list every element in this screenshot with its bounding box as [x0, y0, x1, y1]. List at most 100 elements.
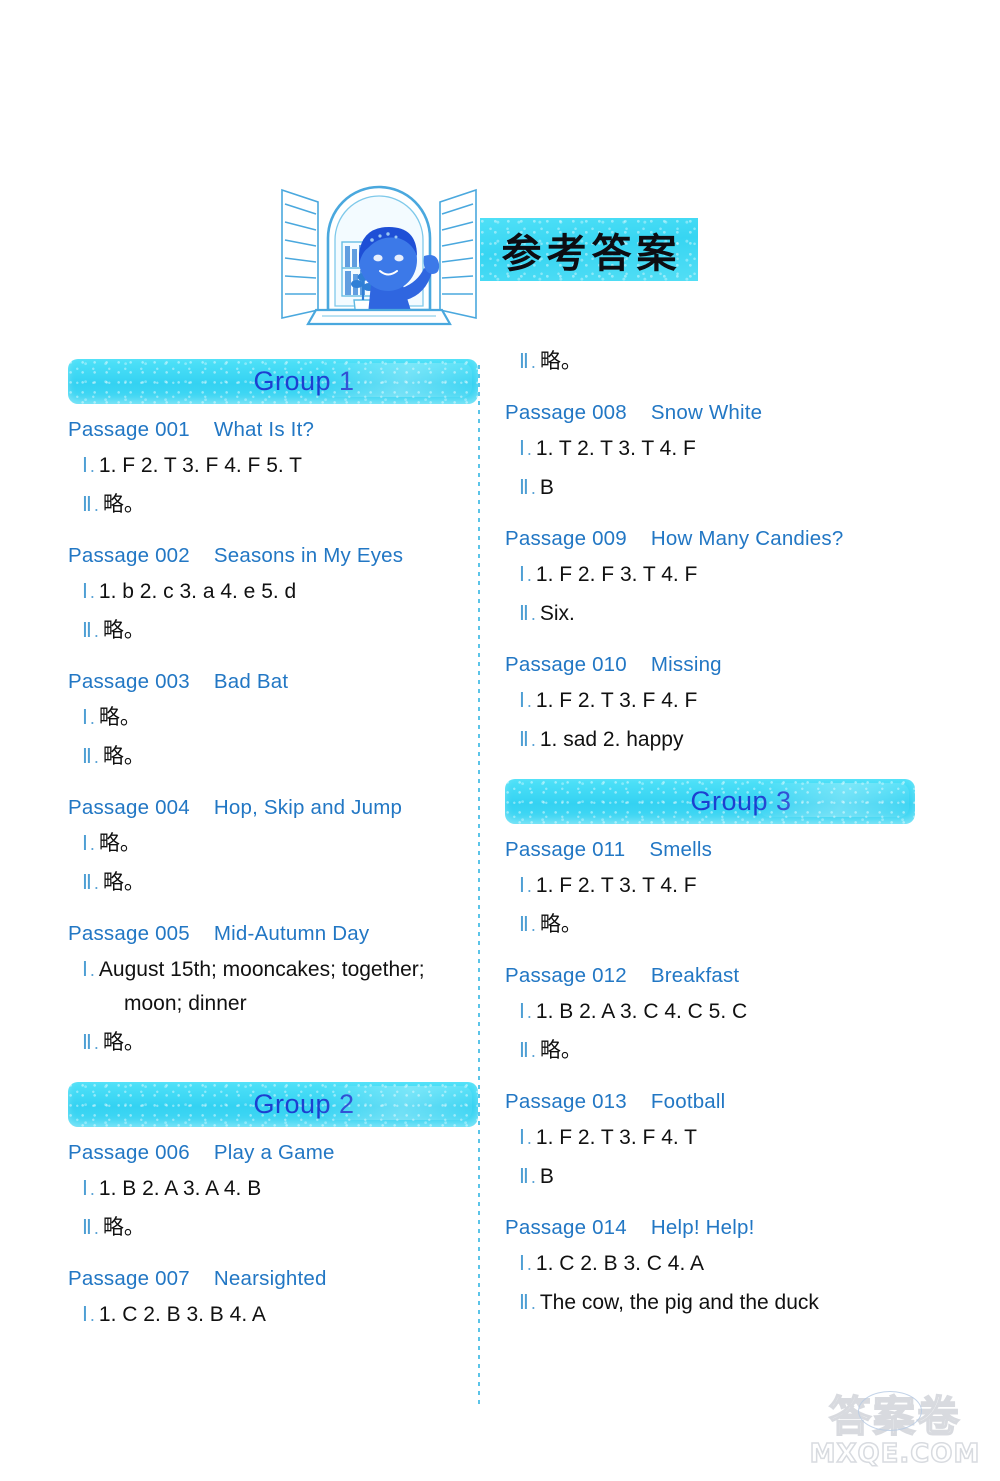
answer-text: 略。 — [98, 832, 141, 856]
answer-line: Ⅱ. 略。 — [519, 345, 915, 379]
passage-heading[interactable]: Passage 004 Hop, Skip and Jump — [68, 796, 478, 820]
passage-title: Bad Bat — [213, 670, 289, 694]
passage-number: Passage 007 — [68, 1267, 190, 1291]
passage-number: Passage 005 — [68, 922, 190, 946]
answer-text-continuation: moon; dinner — [124, 992, 247, 1016]
answer-separator-dot: . — [89, 1179, 95, 1200]
passage-title: Snow White — [650, 401, 763, 425]
answer-text: Six. — [539, 602, 575, 626]
passage-block: Passage 008 Snow White Ⅰ. 1. T 2. T 3. T 4.… — [505, 401, 915, 505]
passage-heading[interactable]: Passage 002 Seasons in My Eyes — [68, 544, 478, 568]
answer-roman-numeral: Ⅱ — [519, 475, 529, 500]
passage-block: Passage 007 Nearsighted Ⅰ. 1. C 2. B 3. B 4… — [68, 1267, 478, 1332]
group-banner-label: Group 1 — [253, 366, 355, 396]
answer-separator-dot: . — [93, 621, 99, 642]
passage-heading[interactable]: Passage 008 Snow White — [505, 401, 915, 425]
page-header: 参考答案 — [0, 0, 1000, 345]
answer-roman-numeral: Ⅱ — [82, 618, 92, 643]
answer-text: 1. B 2. A 3. C 4. C 5. C — [535, 1000, 748, 1024]
answer-separator-dot: . — [526, 1254, 532, 1275]
answers-body: Group 1 Passage 001 What Is It? Ⅰ. 1. F 2. T… — [0, 345, 1000, 1425]
answer-separator-dot: . — [530, 1041, 536, 1062]
answer-separator-dot: . — [89, 834, 95, 855]
answer-separator-dot: . — [530, 352, 536, 372]
answer-line: Ⅰ. 1. T 2. T 3. T 4. F — [519, 432, 915, 466]
answer-separator-dot: . — [93, 873, 99, 894]
passage-title: Breakfast — [650, 964, 740, 988]
passage-title: Play a Game — [213, 1141, 335, 1165]
passage-number: Passage 010 — [505, 653, 627, 677]
passage-heading[interactable]: Passage 003 Bad Bat — [68, 670, 478, 694]
answer-separator-dot: . — [530, 478, 536, 499]
answer-text: 1. b 2. c 3. a 4. e 5. d — [98, 580, 297, 604]
passage-number: Passage 008 — [505, 401, 627, 425]
answer-roman-numeral: Ⅱ — [519, 727, 529, 752]
passage-title: How Many Candies? — [650, 527, 844, 551]
passage-heading[interactable]: Passage 010 Missing — [505, 653, 915, 677]
passage-heading[interactable]: Passage 011 Smells — [505, 838, 915, 862]
passage-heading[interactable]: Passage 001 What Is It? — [68, 418, 478, 442]
passage-heading[interactable]: Passage 012 Breakfast — [505, 964, 915, 988]
answer-separator-dot: . — [89, 960, 95, 981]
passage-number: Passage 009 — [505, 527, 627, 551]
answer-roman-numeral: Ⅱ — [82, 744, 92, 769]
reference-answers-banner: 参考答案 — [480, 218, 698, 281]
reference-answers-title: 参考答案 — [501, 229, 682, 277]
answer-line: Ⅱ. 略。 — [82, 488, 478, 522]
answer-separator-dot: . — [526, 439, 532, 460]
answer-line: Ⅱ.B — [519, 1160, 915, 1194]
answer-line: Ⅱ. 略。 — [519, 1034, 915, 1068]
answer-text: 1. F 2. T 3. F 4. F — [535, 689, 698, 713]
answer-text: 1. T 2. T 3. T 4. F — [535, 437, 696, 461]
answer-line: Ⅰ. 1. B 2. A 3. C 4. C 5. C — [519, 995, 915, 1029]
answer-separator-dot: . — [93, 747, 99, 768]
answer-text: 略。 — [539, 1039, 582, 1063]
answer-separator-dot: . — [526, 691, 532, 712]
watermark-site-text: MXQE.COM — [809, 1438, 981, 1470]
passage-number: Passage 011 — [505, 838, 626, 862]
passage-heading[interactable]: Passage 006 Play a Game — [68, 1141, 478, 1165]
passage-heading[interactable]: Passage 005 Mid-Autumn Day — [68, 922, 478, 946]
passage-heading[interactable]: Passage 013 Football — [505, 1090, 915, 1114]
passage-block: Passage 004 Hop, Skip and Jump Ⅰ. 略。 Ⅱ. 略。 — [68, 796, 478, 900]
answer-roman-numeral: Ⅱ — [519, 1164, 529, 1189]
answer-roman-numeral: Ⅱ — [519, 601, 529, 626]
answer-text: 略。 — [102, 745, 145, 769]
passage-heading[interactable]: Passage 014 Help! Help! — [505, 1216, 915, 1240]
passage-heading[interactable]: Passage 007 Nearsighted — [68, 1267, 478, 1291]
passage-heading[interactable]: Passage 009 How Many Candies? — [505, 527, 915, 551]
watermark-ring-icon — [858, 1391, 922, 1431]
passage-title: Seasons in My Eyes — [213, 544, 404, 568]
child-at-window-illustration — [272, 172, 492, 332]
group-banner-label: Group 3 — [690, 786, 792, 817]
answer-text: 略。 — [102, 493, 145, 517]
passage-block: Passage 009 How Many Candies? Ⅰ. 1. F 2. F … — [505, 527, 915, 631]
answer-line: Ⅱ. Six. — [519, 597, 915, 631]
group-banner-label: Group 2 — [253, 1089, 355, 1120]
passage-block: Passage 011 Smells Ⅰ. 1. F 2. T 3. T 4. F Ⅱ.… — [505, 838, 915, 942]
answer-text: 1. sad 2. happy — [539, 728, 684, 752]
group-banner: Group 1 — [68, 359, 478, 404]
answer-roman-numeral: Ⅱ — [82, 1030, 92, 1055]
answer-text: 略。 — [102, 1216, 145, 1240]
answer-line: Ⅱ.B — [519, 471, 915, 505]
answer-line: Ⅰ. 略。 — [82, 701, 478, 735]
passage-block: Passage 010 Missing Ⅰ. 1. F 2. T 3. F 4. F Ⅱ… — [505, 653, 915, 757]
passage-number: Passage 014 — [505, 1216, 627, 1240]
answer-line: Ⅰ. August 15th; mooncakes; together; moon;… — [82, 953, 478, 1021]
answer-separator-dot: . — [89, 708, 95, 729]
answer-text: August 15th; mooncakes; together; — [98, 958, 425, 982]
answer-text: B — [539, 1165, 554, 1189]
answer-line: Ⅱ. 略。 — [82, 1026, 478, 1060]
answer-text: The cow, the pig and the duck — [539, 1291, 819, 1315]
passage-block: Passage 003 Bad Bat Ⅰ. 略。 Ⅱ. 略。 — [68, 670, 478, 774]
watermark: 答案卷 MXQE.COM — [800, 1381, 990, 1473]
answer-line: Ⅱ. 略。 — [82, 866, 478, 900]
answer-separator-dot: . — [530, 1293, 536, 1314]
passage-block: Passage 013 Football Ⅰ. 1. F 2. T 3. F 4. T… — [505, 1090, 915, 1194]
answer-line: Ⅱ. 略。 — [82, 1211, 478, 1245]
passage-number: Passage 001 — [68, 418, 190, 441]
answer-line: Ⅱ. 1. sad 2. happy — [519, 723, 915, 757]
answer-text: 1. C 2. B 3. B 4. A — [98, 1303, 266, 1327]
passage-number: Passage 004 — [68, 796, 190, 820]
